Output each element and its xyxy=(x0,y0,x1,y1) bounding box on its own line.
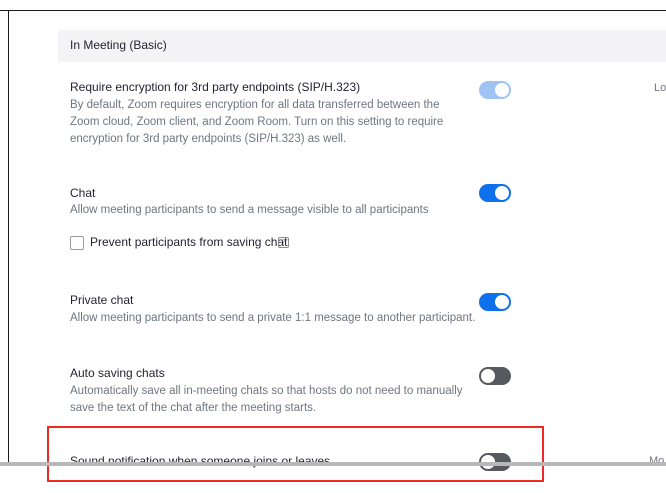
frame-top-border xyxy=(0,10,666,11)
setting-title-chat: Chat xyxy=(70,186,96,200)
toggle-knob xyxy=(495,186,509,200)
setting-desc-chat: Allow meeting participants to send a mes… xyxy=(70,204,429,216)
section-header: In Meeting (Basic) xyxy=(58,30,666,62)
setting-desc-auto-saving-chats: Automatically save all in-meeting chats … xyxy=(70,385,463,414)
locked-label[interactable]: Lo xyxy=(654,82,666,94)
info-icon[interactable]: ? xyxy=(278,237,289,248)
toggle-chat[interactable] xyxy=(479,184,511,202)
toggle-knob xyxy=(481,369,495,383)
section-title: In Meeting (Basic) xyxy=(70,38,167,52)
setting-title-encryption: Require encryption for 3rd party endpoin… xyxy=(70,80,361,94)
toggle-auto-saving-chats[interactable] xyxy=(479,367,511,385)
prevent-saving-chat-label[interactable]: Prevent participants from saving chat xyxy=(90,235,287,249)
toggle-knob xyxy=(495,83,509,97)
toggle-knob xyxy=(495,295,509,309)
toggle-private-chat[interactable] xyxy=(479,293,511,311)
setting-desc-private-chat: Allow meeting participants to send a pri… xyxy=(70,312,476,324)
setting-desc-encryption: By default, Zoom requires encryption for… xyxy=(70,99,444,145)
prevent-saving-chat-checkbox[interactable] xyxy=(70,236,84,250)
frame-bottom-border xyxy=(0,462,666,466)
highlight-box xyxy=(47,426,544,482)
setting-title-auto-saving-chats: Auto saving chats xyxy=(70,366,165,380)
frame-left-border xyxy=(8,10,9,462)
setting-title-private-chat: Private chat xyxy=(70,293,134,307)
toggle-encryption[interactable] xyxy=(479,81,511,99)
